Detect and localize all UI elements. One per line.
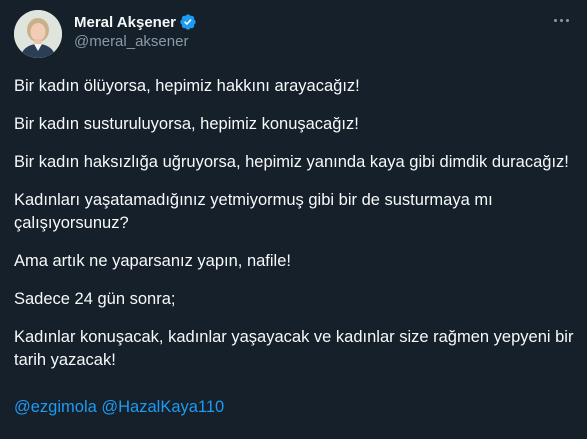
author-display-name[interactable]: Meral Akşener: [74, 14, 176, 31]
dot: [559, 18, 563, 22]
profile-photo-icon: [14, 10, 62, 58]
tweet-paragraph: Sadece 24 gün sonra;: [14, 290, 176, 308]
mention-link[interactable]: @ezgimola: [14, 398, 97, 416]
author-handle[interactable]: @meral_aksener: [74, 33, 197, 50]
author-names: Meral Akşener @meral_aksener: [74, 12, 197, 50]
tweet-header: Meral Akşener @meral_aksener: [14, 10, 571, 58]
tweet-paragraph: Bir kadın susturuluyorsa, hepimiz konuşa…: [14, 115, 359, 133]
tweet-paragraph: Kadınları yaşatamadığınız yetmiyormuş gi…: [14, 191, 493, 232]
tweet-paragraph: Bir kadın ölüyorsa, hepimiz hakkını aray…: [14, 77, 360, 95]
mentions: @ezgimola @HazalKaya110: [14, 396, 584, 419]
name-row: Meral Akşener: [74, 12, 197, 32]
tweet-paragraph: Kadınlar konuşacak, kadınlar yaşayacak v…: [14, 328, 574, 369]
dot: [565, 18, 569, 22]
tweet-card: Meral Akşener @meral_aksener Bir kadın ö…: [0, 0, 587, 439]
dot: [553, 18, 557, 22]
avatar[interactable]: [14, 10, 62, 58]
tweet-paragraph: Bir kadın haksızlığa uğruyorsa, hepimiz …: [14, 153, 569, 171]
tweet-paragraph: Ama artık ne yaparsanız yapın, nafile!: [14, 252, 291, 270]
mention-link[interactable]: @HazalKaya110: [101, 398, 224, 416]
tweet-text: Bir kadın ölüyorsa, hepimiz hakkını aray…: [14, 75, 584, 419]
verified-badge-icon: [179, 13, 197, 31]
more-options-icon[interactable]: [549, 10, 573, 30]
